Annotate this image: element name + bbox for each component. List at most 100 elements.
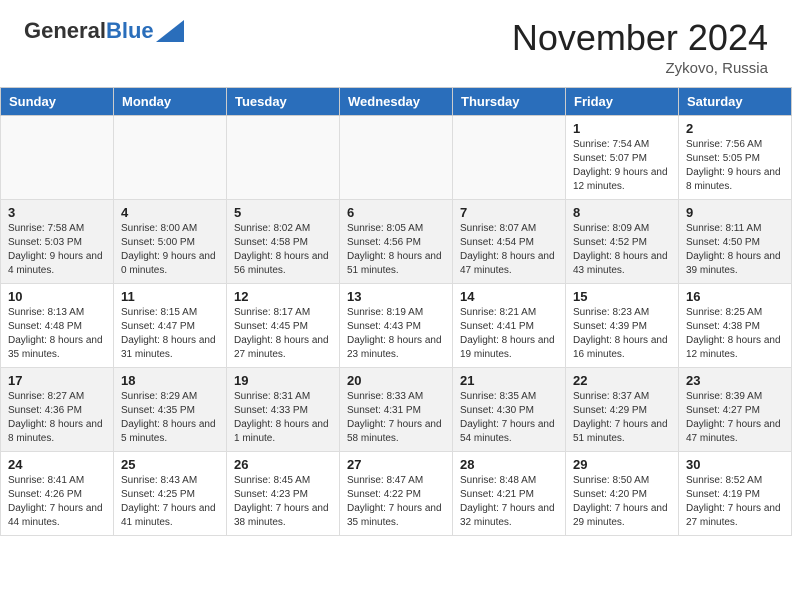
calendar-day-cell: 7 Sunrise: 8:07 AM Sunset: 4:54 PM Daylig… (453, 199, 566, 283)
day-number: 21 (460, 373, 558, 388)
calendar-day-cell (1, 115, 114, 199)
calendar-day-cell: 14Sunrise: 8:21 AM Sunset: 4:41 PM Dayli… (453, 283, 566, 367)
day-info: Sunrise: 8:45 AM Sunset: 4:23 PM Dayligh… (234, 474, 332, 530)
day-number: 29 (573, 457, 671, 472)
calendar-week-row: 24Sunrise: 8:41 AM Sunset: 4:26 PM Dayli… (1, 451, 792, 535)
day-of-week-header: Saturday (679, 87, 792, 115)
day-info: Sunrise: 8:33 AM Sunset: 4:31 PM Dayligh… (347, 390, 445, 446)
calendar-day-cell: 3 Sunrise: 7:58 AM Sunset: 5:03 PM Daylig… (1, 199, 114, 283)
day-info: Sunrise: 8:07 AM Sunset: 4:54 PM Dayligh… (460, 222, 558, 278)
day-number: 13 (347, 289, 445, 304)
day-info: Sunrise: 8:19 AM Sunset: 4:43 PM Dayligh… (347, 306, 445, 362)
day-number: 3 (8, 205, 106, 220)
calendar-day-cell: 30Sunrise: 8:52 AM Sunset: 4:19 PM Dayli… (679, 451, 792, 535)
day-of-week-header: Monday (114, 87, 227, 115)
day-number: 25 (121, 457, 219, 472)
day-info: Sunrise: 8:25 AM Sunset: 4:38 PM Dayligh… (686, 306, 784, 362)
day-number: 5 (234, 205, 332, 220)
day-number: 27 (347, 457, 445, 472)
calendar-day-cell: 22 Sunrise: 8:37 AM Sunset: 4:29 PM Dayli… (566, 367, 679, 451)
day-of-week-header: Sunday (1, 87, 114, 115)
day-number: 9 (686, 205, 784, 220)
calendar-day-cell: 25 Sunrise: 8:43 AM Sunset: 4:25 PM Dayli… (114, 451, 227, 535)
day-info: Sunrise: 8:09 AM Sunset: 4:52 PM Dayligh… (573, 222, 671, 278)
day-info: Sunrise: 7:56 AM Sunset: 5:05 PM Dayligh… (686, 138, 784, 194)
day-number: 19 (234, 373, 332, 388)
day-info: Sunrise: 8:23 AM Sunset: 4:39 PM Dayligh… (573, 306, 671, 362)
day-info: Sunrise: 8:00 AM Sunset: 5:00 PM Dayligh… (121, 222, 219, 278)
calendar-day-cell: 16Sunrise: 8:25 AM Sunset: 4:38 PM Dayli… (679, 283, 792, 367)
day-info: Sunrise: 8:37 AM Sunset: 4:29 PM Dayligh… (573, 390, 671, 446)
calendar-day-cell: 27Sunrise: 8:47 AM Sunset: 4:22 PM Dayli… (340, 451, 453, 535)
calendar-day-cell: 10 Sunrise: 8:13 AM Sunset: 4:48 PM Dayli… (1, 283, 114, 367)
calendar-day-cell: 21 Sunrise: 8:35 AM Sunset: 4:30 PM Dayli… (453, 367, 566, 451)
day-number: 7 (460, 205, 558, 220)
day-number: 6 (347, 205, 445, 220)
day-info: Sunrise: 7:58 AM Sunset: 5:03 PM Dayligh… (8, 222, 106, 278)
calendar-day-cell: 5Sunrise: 8:02 AM Sunset: 4:58 PM Daylig… (227, 199, 340, 283)
day-number: 20 (347, 373, 445, 388)
day-info: Sunrise: 8:35 AM Sunset: 4:30 PM Dayligh… (460, 390, 558, 446)
day-number: 17 (8, 373, 106, 388)
day-info: Sunrise: 8:48 AM Sunset: 4:21 PM Dayligh… (460, 474, 558, 530)
day-info: Sunrise: 8:05 AM Sunset: 4:56 PM Dayligh… (347, 222, 445, 278)
calendar-day-cell: 4Sunrise: 8:00 AM Sunset: 5:00 PM Daylig… (114, 199, 227, 283)
logo: General Blue (24, 18, 184, 44)
calendar-week-row: 10 Sunrise: 8:13 AM Sunset: 4:48 PM Dayli… (1, 283, 792, 367)
page-header: General Blue November 2024 Zykovo, Russi… (0, 0, 792, 87)
day-of-week-header: Tuesday (227, 87, 340, 115)
day-info: Sunrise: 8:43 AM Sunset: 4:25 PM Dayligh… (121, 474, 219, 530)
logo-general-text: General (24, 18, 106, 44)
day-info: Sunrise: 8:13 AM Sunset: 4:48 PM Dayligh… (8, 306, 106, 362)
calendar-day-cell (114, 115, 227, 199)
calendar-day-cell: 20 Sunrise: 8:33 AM Sunset: 4:31 PM Dayli… (340, 367, 453, 451)
day-number: 8 (573, 205, 671, 220)
calendar-day-cell: 24Sunrise: 8:41 AM Sunset: 4:26 PM Dayli… (1, 451, 114, 535)
calendar-day-cell: 19 Sunrise: 8:31 AM Sunset: 4:33 PM Dayli… (227, 367, 340, 451)
day-number: 11 (121, 289, 219, 304)
calendar-day-cell: 29 Sunrise: 8:50 AM Sunset: 4:20 PM Dayli… (566, 451, 679, 535)
day-info: Sunrise: 8:17 AM Sunset: 4:45 PM Dayligh… (234, 306, 332, 362)
day-number: 28 (460, 457, 558, 472)
calendar-day-cell: 26Sunrise: 8:45 AM Sunset: 4:23 PM Dayli… (227, 451, 340, 535)
day-number: 18 (121, 373, 219, 388)
calendar-day-cell: 12 Sunrise: 8:17 AM Sunset: 4:45 PM Dayli… (227, 283, 340, 367)
day-info: Sunrise: 8:52 AM Sunset: 4:19 PM Dayligh… (686, 474, 784, 530)
calendar-day-cell: 13 Sunrise: 8:19 AM Sunset: 4:43 PM Dayli… (340, 283, 453, 367)
day-number: 12 (234, 289, 332, 304)
calendar-day-cell: 17 Sunrise: 8:27 AM Sunset: 4:36 PM Dayli… (1, 367, 114, 451)
day-info: Sunrise: 8:31 AM Sunset: 4:33 PM Dayligh… (234, 390, 332, 446)
calendar-day-cell: 1 Sunrise: 7:54 AM Sunset: 5:07 PM Daylig… (566, 115, 679, 199)
day-number: 23 (686, 373, 784, 388)
day-info: Sunrise: 7:54 AM Sunset: 5:07 PM Dayligh… (573, 138, 671, 194)
calendar-day-cell: 23 Sunrise: 8:39 AM Sunset: 4:27 PM Dayli… (679, 367, 792, 451)
calendar-day-cell: 2Sunrise: 7:56 AM Sunset: 5:05 PM Daylig… (679, 115, 792, 199)
title-block: November 2024 Zykovo, Russia (512, 18, 768, 77)
calendar-week-row: 3 Sunrise: 7:58 AM Sunset: 5:03 PM Daylig… (1, 199, 792, 283)
calendar-day-cell (453, 115, 566, 199)
calendar-week-row: 17 Sunrise: 8:27 AM Sunset: 4:36 PM Dayli… (1, 367, 792, 451)
calendar-day-cell: 15Sunrise: 8:23 AM Sunset: 4:39 PM Dayli… (566, 283, 679, 367)
day-info: Sunrise: 8:50 AM Sunset: 4:20 PM Dayligh… (573, 474, 671, 530)
day-info: Sunrise: 8:41 AM Sunset: 4:26 PM Dayligh… (8, 474, 106, 530)
month-title: November 2024 (512, 18, 768, 58)
day-info: Sunrise: 8:27 AM Sunset: 4:36 PM Dayligh… (8, 390, 106, 446)
calendar-day-cell: 6 Sunrise: 8:05 AM Sunset: 4:56 PM Daylig… (340, 199, 453, 283)
calendar-header-row: SundayMondayTuesdayWednesdayThursdayFrid… (1, 87, 792, 115)
calendar-day-cell: 28 Sunrise: 8:48 AM Sunset: 4:21 PM Dayli… (453, 451, 566, 535)
calendar-day-cell: 9 Sunrise: 8:11 AM Sunset: 4:50 PM Daylig… (679, 199, 792, 283)
day-of-week-header: Thursday (453, 87, 566, 115)
day-info: Sunrise: 8:29 AM Sunset: 4:35 PM Dayligh… (121, 390, 219, 446)
day-number: 14 (460, 289, 558, 304)
day-of-week-header: Wednesday (340, 87, 453, 115)
day-number: 1 (573, 121, 671, 136)
day-number: 22 (573, 373, 671, 388)
calendar-day-cell (340, 115, 453, 199)
calendar-day-cell: 8 Sunrise: 8:09 AM Sunset: 4:52 PM Daylig… (566, 199, 679, 283)
day-of-week-header: Friday (566, 87, 679, 115)
day-info: Sunrise: 8:39 AM Sunset: 4:27 PM Dayligh… (686, 390, 784, 446)
logo-blue-text: Blue (106, 18, 154, 44)
calendar-table: SundayMondayTuesdayWednesdayThursdayFrid… (0, 87, 792, 536)
day-info: Sunrise: 8:11 AM Sunset: 4:50 PM Dayligh… (686, 222, 784, 278)
day-number: 10 (8, 289, 106, 304)
